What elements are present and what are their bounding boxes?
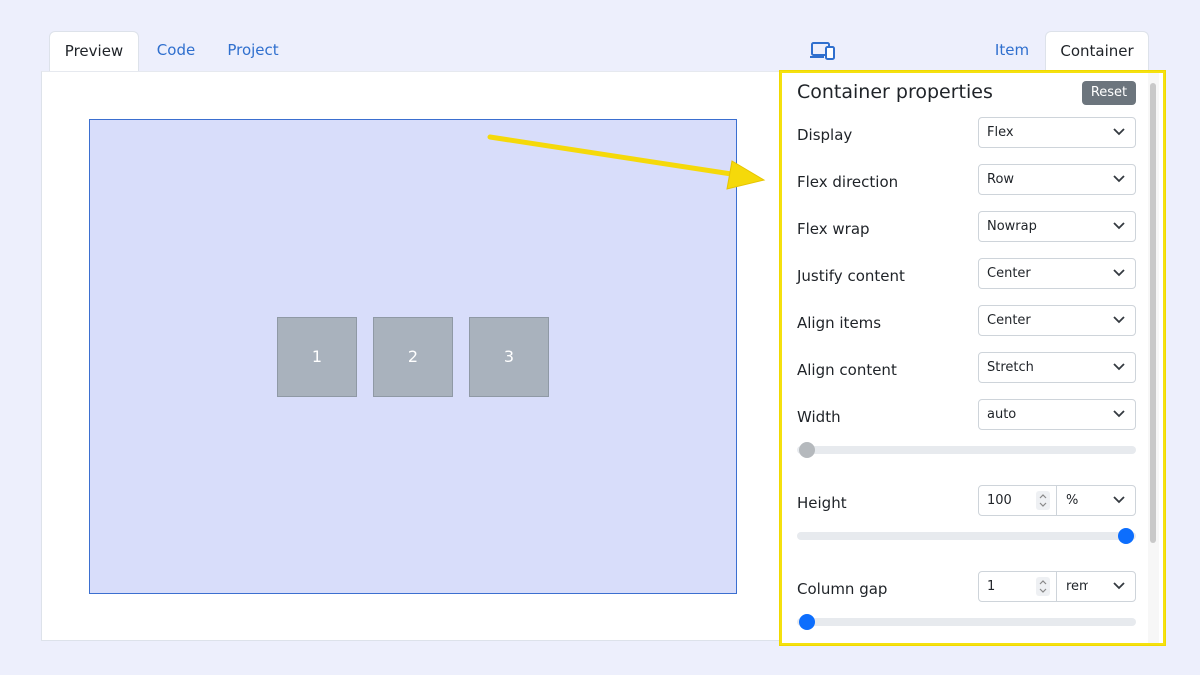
align-items-value: Center (987, 313, 1031, 328)
chevron-down-icon (1113, 128, 1125, 136)
column-gap-unit-select[interactable]: rem (1056, 571, 1136, 602)
height-input[interactable]: 100 (978, 485, 1057, 516)
height-unit-value: % (1066, 493, 1079, 508)
tab-preview[interactable]: Preview (49, 31, 139, 72)
tab-container[interactable]: Container (1045, 31, 1149, 72)
align-items-label: Align items (797, 314, 882, 332)
container-properties-panel: Container properties Reset Display Flex … (779, 70, 1166, 646)
justify-content-select[interactable]: Center (978, 258, 1136, 289)
width-select[interactable]: auto (978, 399, 1136, 430)
justify-content-label: Justify content (797, 267, 905, 285)
align-items-select[interactable]: Center (978, 305, 1136, 336)
tab-code[interactable]: Code (146, 31, 206, 71)
height-slider-thumb[interactable] (1118, 528, 1134, 544)
panel-title: Container properties (797, 81, 993, 103)
display-label: Display (797, 126, 853, 144)
tab-project[interactable]: Project (216, 31, 290, 71)
chevron-down-icon (1113, 175, 1125, 183)
spinner-icon[interactable] (1036, 491, 1050, 510)
column-gap-label: Column gap (797, 580, 888, 598)
column-gap-unit-value: rem (1066, 579, 1088, 594)
height-value: 100 (987, 493, 1012, 508)
column-gap-value: 1 (987, 579, 996, 594)
flex-wrap-select[interactable]: Nowrap (978, 211, 1136, 242)
align-content-value: Stretch (987, 360, 1034, 375)
flex-direction-value: Row (987, 172, 1015, 187)
chevron-down-icon (1113, 363, 1125, 371)
column-gap-slider[interactable] (797, 614, 1136, 630)
height-unit-select[interactable]: % (1056, 485, 1136, 516)
panel-scrollbar[interactable] (1148, 73, 1159, 643)
tab-item[interactable]: Item (985, 31, 1039, 71)
width-value: auto (987, 407, 1017, 422)
spinner-icon[interactable] (1036, 577, 1050, 596)
flex-direction-label: Flex direction (797, 173, 899, 191)
column-gap-input[interactable]: 1 (978, 571, 1057, 602)
chevron-down-icon (1113, 496, 1125, 504)
flex-wrap-value: Nowrap (987, 219, 1037, 234)
width-slider[interactable] (797, 442, 1136, 458)
column-gap-slider-thumb[interactable] (799, 614, 815, 630)
flex-item-2[interactable]: 2 (373, 317, 453, 397)
flex-item-3[interactable]: 3 (469, 317, 549, 397)
display-select[interactable]: Flex (978, 117, 1136, 148)
responsive-devices-icon[interactable] (810, 41, 836, 61)
chevron-down-icon (1113, 269, 1125, 277)
chevron-down-icon (1113, 582, 1125, 590)
chevron-down-icon (1113, 316, 1125, 324)
reset-button[interactable]: Reset (1082, 81, 1136, 105)
display-value: Flex (987, 125, 1014, 140)
align-content-label: Align content (797, 361, 897, 379)
annotation-arrow (487, 134, 766, 190)
width-slider-thumb[interactable] (799, 442, 815, 458)
align-content-select[interactable]: Stretch (978, 352, 1136, 383)
height-slider[interactable] (797, 528, 1136, 544)
chevron-down-icon (1113, 410, 1125, 418)
chevron-down-icon (1113, 222, 1125, 230)
flex-direction-select[interactable]: Row (978, 164, 1136, 195)
flex-item-1[interactable]: 1 (277, 317, 357, 397)
flex-wrap-label: Flex wrap (797, 220, 870, 238)
scrollbar-thumb[interactable] (1150, 83, 1156, 543)
justify-content-value: Center (987, 266, 1031, 281)
width-label: Width (797, 408, 841, 426)
height-label: Height (797, 494, 847, 512)
